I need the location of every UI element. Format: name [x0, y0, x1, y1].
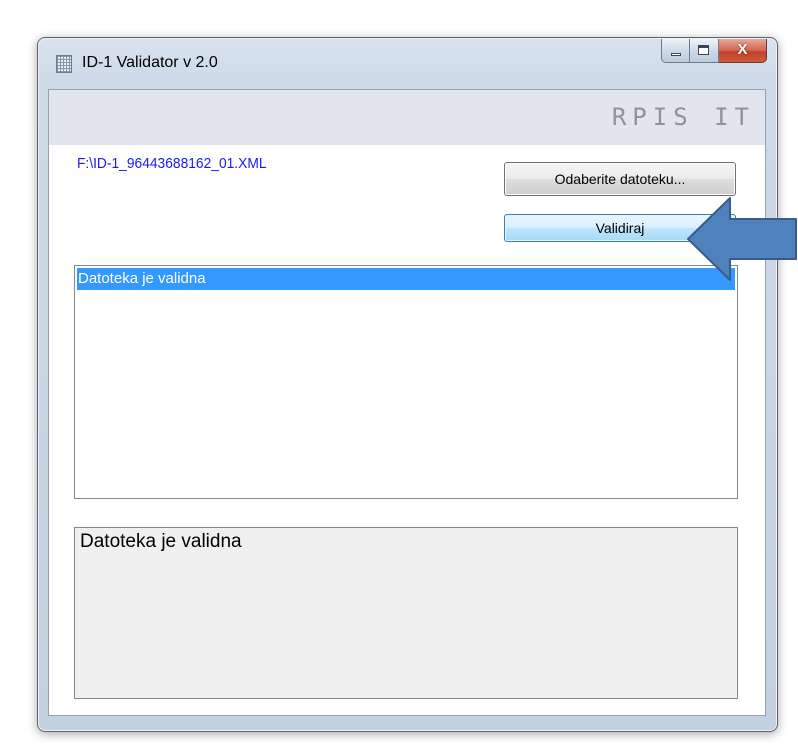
- maximize-button[interactable]: [690, 39, 719, 63]
- selected-file-path: F:\ID-1_96443688162_01.XML: [77, 155, 267, 172]
- close-button[interactable]: X: [719, 39, 767, 63]
- client-area: RPIS IT F:\ID-1_96443688162_01.XML Odabe…: [48, 89, 766, 716]
- minimize-button[interactable]: [661, 39, 690, 63]
- title-bar[interactable]: ID-1 Validator v 2.0 X: [38, 38, 777, 90]
- rpis-it-logo: RPIS IT: [611, 103, 755, 131]
- window-title: ID-1 Validator v 2.0: [82, 54, 218, 71]
- minimize-icon: [671, 53, 681, 56]
- left-arrow-icon: [687, 197, 797, 281]
- maximize-icon: [698, 45, 709, 55]
- results-listbox[interactable]: Datoteka je validna: [74, 265, 738, 499]
- annotation-arrow-shape: [687, 197, 797, 281]
- close-icon: X: [737, 41, 748, 58]
- header-band: RPIS IT: [49, 90, 765, 145]
- application-grid-icon[interactable]: [56, 55, 72, 73]
- list-item[interactable]: Datoteka je validna: [77, 268, 735, 290]
- choose-file-button[interactable]: Odaberite datoteku...: [504, 162, 736, 196]
- caption-buttons: X: [661, 39, 767, 64]
- details-textbox[interactable]: Datoteka je validna: [74, 527, 738, 699]
- screenshot-stage: ID-1 Validator v 2.0 X RPIS IT F:\ID-1_9…: [0, 0, 798, 756]
- app-window: ID-1 Validator v 2.0 X RPIS IT F:\ID-1_9…: [37, 37, 778, 732]
